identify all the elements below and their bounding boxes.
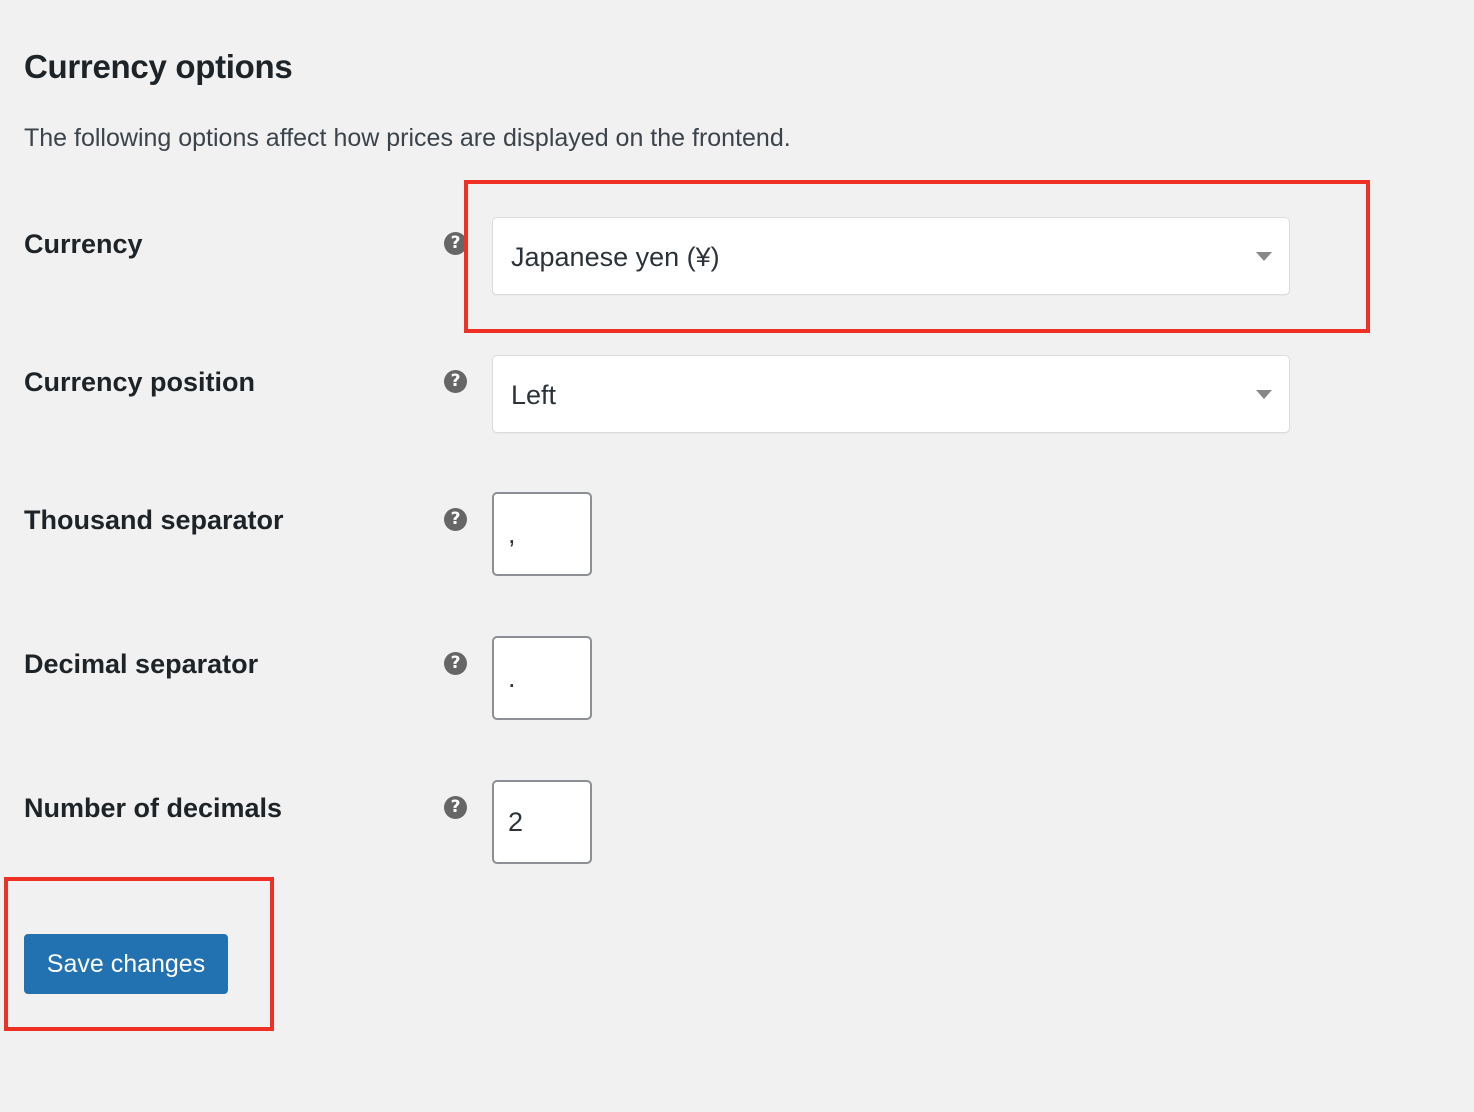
caret-down-icon — [1256, 252, 1272, 261]
section-description: The following options affect how prices … — [24, 124, 791, 152]
save-changes-button[interactable]: Save changes — [24, 934, 228, 994]
number-of-decimals-input[interactable] — [492, 780, 592, 864]
currency-label: Currency — [24, 229, 143, 259]
question-circle-icon[interactable]: ? — [444, 652, 467, 675]
thousand-separator-label: Thousand separator — [24, 505, 284, 535]
currency-select[interactable]: Japanese yen (¥) — [492, 217, 1290, 295]
number-of-decimals-label: Number of decimals — [24, 793, 283, 823]
thousand-separator-input[interactable] — [492, 492, 592, 576]
currency-position-select-value: Left — [511, 380, 557, 410]
decimal-separator-label: Decimal separator — [24, 649, 259, 679]
currency-options-page: Currency options The following options a… — [0, 0, 1474, 1112]
decimal-separator-input[interactable] — [492, 636, 592, 720]
question-circle-icon[interactable]: ? — [444, 232, 467, 255]
page-title: Currency options — [24, 48, 293, 85]
caret-down-icon — [1256, 390, 1272, 399]
question-circle-icon[interactable]: ? — [444, 508, 467, 531]
question-circle-icon[interactable]: ? — [444, 370, 467, 393]
currency-select-value: Japanese yen (¥) — [511, 242, 720, 272]
currency-position-label: Currency position — [24, 367, 256, 397]
question-circle-icon[interactable]: ? — [444, 796, 467, 819]
currency-position-select[interactable]: Left — [492, 355, 1290, 433]
